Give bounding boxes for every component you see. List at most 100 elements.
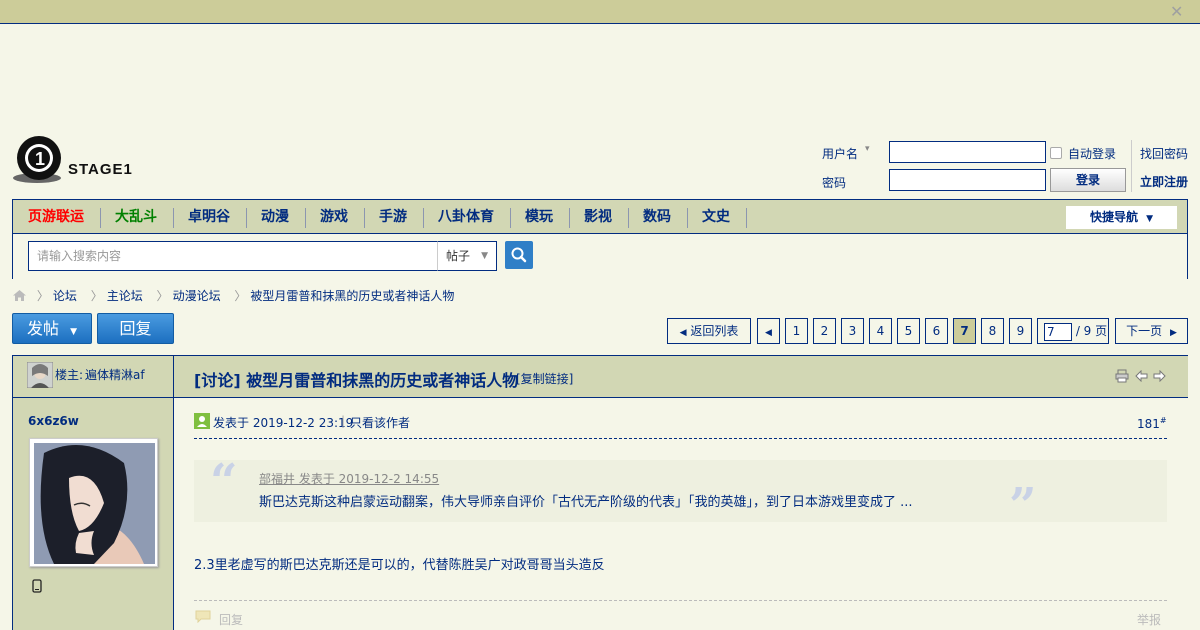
nav-item-digital[interactable]: 数码 — [643, 200, 671, 234]
post-body: 发表于 2019-12-2 23:19 | 只看该作者 181# “ 部福井 发… — [174, 398, 1188, 630]
breadcrumb-forum[interactable]: 论坛 — [53, 289, 77, 303]
nav-item-movies[interactable]: 影视 — [584, 200, 612, 234]
page-link-current: 7 — [953, 318, 976, 344]
password-label: 密码 — [822, 176, 847, 190]
op-info: 楼主: 遍体精淋af — [13, 356, 173, 398]
search-input[interactable]: 请输入搜索内容 — [28, 241, 437, 271]
chevron-down-icon[interactable]: ▾ — [865, 144, 870, 154]
top-banner-bar: ✕ — [0, 0, 1200, 24]
nav-item-webgame[interactable]: 页游联运 — [28, 200, 84, 234]
reply-button[interactable]: 回复 — [97, 313, 174, 344]
page-link[interactable]: 9 — [1009, 318, 1032, 344]
chevron-right-icon: 〉 — [234, 289, 247, 303]
nav-item-gossip-sports[interactable]: 八卦体育 — [438, 200, 494, 234]
username-input[interactable] — [889, 141, 1046, 163]
divider — [1131, 140, 1132, 192]
copy-link[interactable]: [复制链接] — [516, 370, 573, 387]
nav-item-anime[interactable]: 动漫 — [261, 200, 289, 234]
op-avatar[interactable] — [27, 362, 53, 388]
quote-text: 斯巴达克斯这种启蒙运动翻案，伟大导师亲自评价「古代无产阶级的代表」「我的英雄」，… — [259, 495, 913, 510]
svg-text:1: 1 — [35, 149, 45, 169]
nav-divider — [687, 208, 688, 228]
arrow-right-icon[interactable] — [1153, 370, 1166, 382]
quote-author-link[interactable]: 部福井 发表于 2019-12-2 14:55 — [259, 470, 439, 487]
post-divider — [194, 438, 1167, 439]
caret-right-icon: ▶ — [1169, 328, 1177, 338]
thread-title: [讨论] 被型月雷普和抹黑的历史或者神话人物 — [194, 371, 519, 390]
search-button[interactable] — [505, 241, 533, 269]
meta-divider: | — [341, 414, 346, 428]
close-icon[interactable]: ✕ — [1170, 4, 1186, 20]
page-jump-input[interactable]: 7 — [1044, 322, 1072, 341]
page-link[interactable]: 3 — [841, 318, 864, 344]
quick-nav-label: 快捷导航 — [1089, 210, 1138, 224]
page-link[interactable]: 8 — [981, 318, 1004, 344]
nav-bar: 页游联运 大乱斗 卓明谷 动漫 游戏 手游 八卦体育 模玩 影视 数码 文史 快… — [13, 200, 1187, 234]
quick-nav-button[interactable]: 快捷导航 ▼ — [1066, 206, 1177, 229]
new-post-label: 发帖 — [26, 319, 59, 338]
chevron-right-icon: 〉 — [36, 289, 49, 303]
page-jump: 7 / 9 页 — [1037, 318, 1109, 344]
password-input[interactable] — [889, 169, 1046, 191]
login-form: 用户名 ▾ 自动登录 密码 登录 找回密码 立即注册 — [820, 140, 1195, 196]
caret-left-icon: ◀ — [679, 328, 687, 338]
report-link[interactable]: 举报 — [1137, 611, 1161, 628]
nav-item-zhuomingu[interactable]: 卓明谷 — [188, 200, 230, 234]
op-name[interactable]: 遍体精淋af — [85, 366, 145, 383]
page-total: / 9 页 — [1075, 324, 1108, 338]
only-author-link[interactable]: 只看该作者 — [350, 414, 410, 431]
search-row: 请输入搜索内容 帖子 ▼ — [13, 234, 1187, 279]
register-link[interactable]: 立即注册 — [1140, 173, 1188, 190]
page-link[interactable]: 1 — [785, 318, 808, 344]
chevron-down-icon: ▼ — [481, 251, 488, 261]
chevron-right-icon: 〉 — [90, 289, 103, 303]
floor-number[interactable]: 181# — [1137, 416, 1167, 431]
page-link[interactable]: 4 — [869, 318, 892, 344]
post-footer-divider — [194, 600, 1167, 601]
nav-item-history[interactable]: 文史 — [702, 200, 730, 234]
prev-page-button[interactable]: ◀ — [757, 318, 780, 344]
nav-divider — [423, 208, 424, 228]
breadcrumb-anime-forum[interactable]: 动漫论坛 — [173, 289, 221, 303]
avatar-image — [34, 443, 155, 564]
username-label: 用户名 — [822, 147, 859, 161]
nav-divider — [246, 208, 247, 228]
home-icon[interactable] — [12, 289, 27, 302]
page-link[interactable]: 2 — [813, 318, 836, 344]
reply-link[interactable]: 回复 — [219, 611, 243, 628]
floor-mark: # — [1159, 416, 1167, 425]
breadcrumb-thread[interactable]: 被型月雷普和抹黑的历史或者神话人物 — [250, 289, 454, 303]
close-quote-icon: ” — [1009, 478, 1037, 534]
nav-item-games[interactable]: 游戏 — [320, 200, 348, 234]
arrow-left-icon[interactable] — [1135, 370, 1148, 382]
search-type-label: 帖子 — [446, 249, 471, 263]
chevron-right-icon: 〉 — [156, 289, 169, 303]
new-post-button[interactable]: 发帖 ▼ — [12, 313, 92, 344]
nav-item-mobile[interactable]: 手游 — [379, 200, 407, 234]
next-page-button[interactable]: 下一页 ▶ — [1115, 318, 1188, 344]
chevron-down-icon: ▼ — [1146, 214, 1154, 224]
nav-divider — [305, 208, 306, 228]
main-nav: 页游联运 大乱斗 卓明谷 动漫 游戏 手游 八卦体育 模玩 影视 数码 文史 快… — [12, 199, 1188, 279]
chevron-down-icon: ▼ — [70, 327, 78, 337]
search-icon — [511, 247, 527, 263]
auto-login-checkbox[interactable] — [1050, 147, 1062, 159]
author-avatar[interactable] — [29, 438, 158, 567]
back-to-list-label: 返回列表 — [690, 324, 739, 338]
page-link[interactable]: 5 — [897, 318, 920, 344]
forgot-password-link[interactable]: 找回密码 — [1140, 145, 1188, 162]
open-quote-icon: “ — [210, 454, 238, 510]
breadcrumb-main-forum[interactable]: 主论坛 — [107, 289, 143, 303]
login-button[interactable]: 登录 — [1050, 168, 1126, 192]
breadcrumb: 〉论坛 〉主论坛 〉动漫论坛 〉被型月雷普和抹黑的历史或者神话人物 — [12, 287, 458, 305]
search-type-select[interactable]: 帖子 ▼ — [437, 241, 497, 271]
nav-divider — [510, 208, 511, 228]
nav-item-brawl[interactable]: 大乱斗 — [115, 200, 157, 234]
op-label: 楼主: — [55, 368, 84, 382]
back-to-list-button[interactable]: ◀ 返回列表 — [667, 318, 751, 344]
author-name[interactable]: 6x6z6w — [28, 414, 79, 428]
nav-item-models[interactable]: 模玩 — [525, 200, 553, 234]
auto-login-label: 自动登录 — [1068, 147, 1117, 161]
print-icon[interactable] — [1115, 369, 1129, 383]
page-link[interactable]: 6 — [925, 318, 948, 344]
